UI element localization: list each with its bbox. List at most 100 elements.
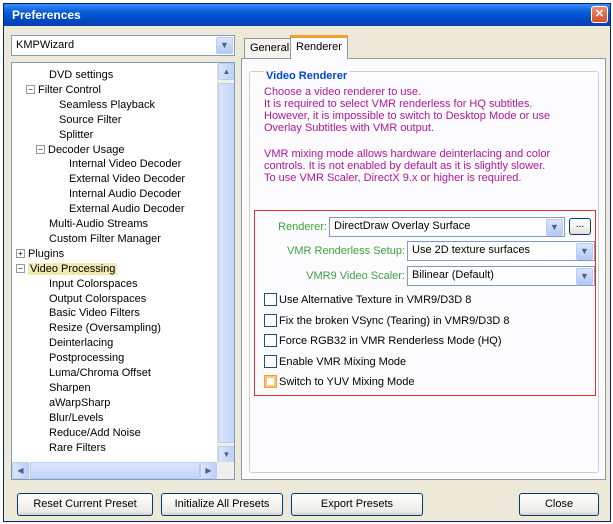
- tree-item-label: Luma/Chroma Offset: [49, 367, 151, 379]
- tab-general[interactable]: General: [244, 38, 296, 58]
- chevron-down-icon[interactable]: ▼: [216, 37, 233, 54]
- export-presets-button[interactable]: Export Presets: [291, 493, 423, 516]
- tree-item-label: Blur/Levels: [49, 411, 104, 424]
- tree-item-label: Rare Filters: [49, 441, 106, 454]
- option-label: Use Alternative Texture in VMR9/D3D 8: [279, 294, 472, 306]
- option-checkbox-row[interactable]: Switch to YUV Mixing Mode: [264, 375, 415, 390]
- reset-preset-button[interactable]: Reset Current Preset: [17, 493, 153, 516]
- checkbox[interactable]: [264, 334, 277, 347]
- tree-item[interactable]: Basic Video Filters: [49, 306, 140, 320]
- renderer-settings-highlight: Renderer: DirectDraw Overlay Surface ▼ .…: [254, 210, 596, 396]
- group-title: Video Renderer: [264, 70, 350, 82]
- option-label: Enable VMR Mixing Mode: [279, 355, 407, 368]
- tab-renderer[interactable]: Renderer: [290, 35, 348, 59]
- tree-item-label: Source Filter: [59, 113, 122, 126]
- tree-horizontal-scrollbar[interactable]: ◀ ▶: [12, 462, 234, 479]
- tree-item-label: Deinterlacing: [49, 337, 114, 350]
- option-checkbox-row[interactable]: Force RGB32 in VMR Renderless Mode (HQ): [264, 334, 502, 349]
- tree-item[interactable]: aWarpSharp: [49, 396, 110, 410]
- collapse-icon[interactable]: −: [16, 263, 25, 273]
- tree-item[interactable]: Internal Audio Decoder: [69, 187, 181, 201]
- tree-item[interactable]: Splitter: [59, 128, 93, 142]
- checkbox[interactable]: [264, 354, 277, 368]
- tree-item[interactable]: DVD settings: [49, 68, 113, 82]
- tree-item[interactable]: − Filter Control: [26, 83, 101, 97]
- tree-item[interactable]: Sharpen: [49, 381, 91, 395]
- tree-item[interactable]: Seamless Playback: [59, 98, 155, 112]
- tree-item[interactable]: Multi-Audio Streams: [49, 217, 148, 231]
- tree-item[interactable]: Luma/Chroma Offset: [49, 366, 151, 380]
- arrow-down-icon[interactable]: ▼: [218, 446, 234, 463]
- close-button[interactable]: Close: [519, 493, 599, 516]
- tree-item-label: Splitter: [59, 128, 94, 141]
- renderer-select[interactable]: DirectDraw Overlay Surface ▼: [329, 217, 565, 237]
- option-label: Switch to YUV Mixing Mode: [279, 376, 415, 388]
- tree-item-label: Filter Control: [38, 83, 101, 96]
- tree-item[interactable]: External Audio Decoder: [69, 202, 185, 216]
- tree-item-label: External Video Decoder: [69, 173, 185, 186]
- tree-scroll-thumb[interactable]: [218, 83, 234, 443]
- option-label: Force RGB32 in VMR Renderless Mode (HQ): [279, 335, 502, 347]
- chevron-down-icon[interactable]: ▼: [546, 219, 563, 236]
- desc-line: controls. It is not enabled by default a…: [264, 160, 546, 172]
- preferences-window: Preferences ✕ KMPWizard ▼ DVD settings − F…: [3, 3, 611, 522]
- tree-item-label: Reduce/Add Noise: [49, 426, 141, 439]
- tree-item[interactable]: − Decoder Usage: [36, 143, 124, 157]
- chevron-down-icon[interactable]: ▼: [576, 243, 593, 260]
- option-checkbox-row[interactable]: Enable VMR Mixing Mode: [264, 354, 407, 370]
- arrow-right-icon[interactable]: ▶: [200, 462, 217, 479]
- tree-item-label: Decoder Usage: [48, 143, 125, 156]
- tree-item-label: Postprocessing: [49, 352, 125, 365]
- tree-item[interactable]: + Plugins: [16, 247, 64, 261]
- preset-dropdown[interactable]: KMPWizard ▼: [11, 35, 235, 56]
- tree-item[interactable]: Blur/Levels: [49, 411, 103, 425]
- tree-item-label: aWarpSharp: [49, 396, 111, 409]
- checkbox[interactable]: [264, 293, 277, 306]
- tree-item[interactable]: Output Colorspaces: [49, 292, 146, 306]
- checkbox[interactable]: [264, 313, 277, 327]
- renderless-select[interactable]: Use 2D texture surfaces ▼: [407, 241, 595, 261]
- scaler-value: Bilinear (Default): [412, 269, 494, 281]
- renderer-options-button[interactable]: ...: [569, 218, 591, 235]
- tree-item[interactable]: Source Filter: [59, 113, 121, 127]
- tree-item[interactable]: Internal Video Decoder: [69, 157, 181, 171]
- tree-item[interactable]: Resize (Oversampling): [49, 321, 161, 335]
- scaler-label: VMR9 Video Scaler:: [306, 270, 405, 282]
- tree-item-label: Internal Audio Decoder: [69, 188, 181, 201]
- tree-item[interactable]: − Video Processing: [16, 262, 118, 276]
- option-checkbox-row[interactable]: Use Alternative Texture in VMR9/D3D 8: [264, 293, 471, 308]
- tree-item[interactable]: Custom Filter Manager: [49, 232, 161, 246]
- tree-item[interactable]: External Video Decoder: [69, 172, 185, 186]
- arrow-up-icon[interactable]: ▲: [218, 63, 234, 80]
- expand-icon[interactable]: +: [16, 248, 25, 258]
- tree-item-label: Resize (Oversampling): [49, 322, 161, 335]
- desc-line: It is required to select VMR renderless …: [264, 98, 533, 110]
- desc-line: Overlay Subtitles with VMR output.: [264, 122, 434, 134]
- title-bar: Preferences ✕: [4, 4, 610, 26]
- tree-item-label: Multi-Audio Streams: [49, 218, 149, 230]
- window-title: Preferences: [12, 8, 81, 22]
- settings-tree: DVD settings − Filter Control Seamless Play…: [11, 62, 235, 480]
- tree-item-label: Internal Video Decoder: [69, 158, 182, 171]
- tree-item[interactable]: Input Colorspaces: [49, 277, 138, 291]
- desc-line: However, it is impossible to switch to D…: [264, 110, 551, 122]
- tree-item[interactable]: Postprocessing: [49, 351, 124, 365]
- tree-vertical-scrollbar[interactable]: ▲ ▼: [217, 63, 234, 463]
- option-checkbox-row[interactable]: Fix the broken VSync (Tearing) in VMR9/D…: [264, 313, 509, 329]
- tree-hscroll-thumb[interactable]: [30, 462, 200, 479]
- close-icon[interactable]: ✕: [591, 6, 608, 23]
- scaler-select[interactable]: Bilinear (Default) ▼: [407, 266, 595, 286]
- initialize-presets-button[interactable]: Initialize All Presets: [161, 493, 283, 516]
- renderless-value: Use 2D texture surfaces: [412, 244, 530, 256]
- tree-item[interactable]: Reduce/Add Noise: [49, 426, 141, 440]
- chevron-down-icon[interactable]: ▼: [576, 268, 593, 285]
- tree-item-label: Input Colorspaces: [49, 277, 138, 290]
- checkbox[interactable]: [264, 375, 277, 388]
- collapse-icon[interactable]: −: [26, 84, 35, 94]
- renderer-value: DirectDraw Overlay Surface: [334, 220, 471, 232]
- tree-item-label: Plugins: [28, 247, 65, 260]
- tree-item[interactable]: Deinterlacing: [49, 336, 113, 350]
- arrow-left-icon[interactable]: ◀: [12, 462, 29, 479]
- collapse-icon[interactable]: −: [36, 144, 45, 154]
- tree-item[interactable]: Rare Filters: [49, 441, 106, 455]
